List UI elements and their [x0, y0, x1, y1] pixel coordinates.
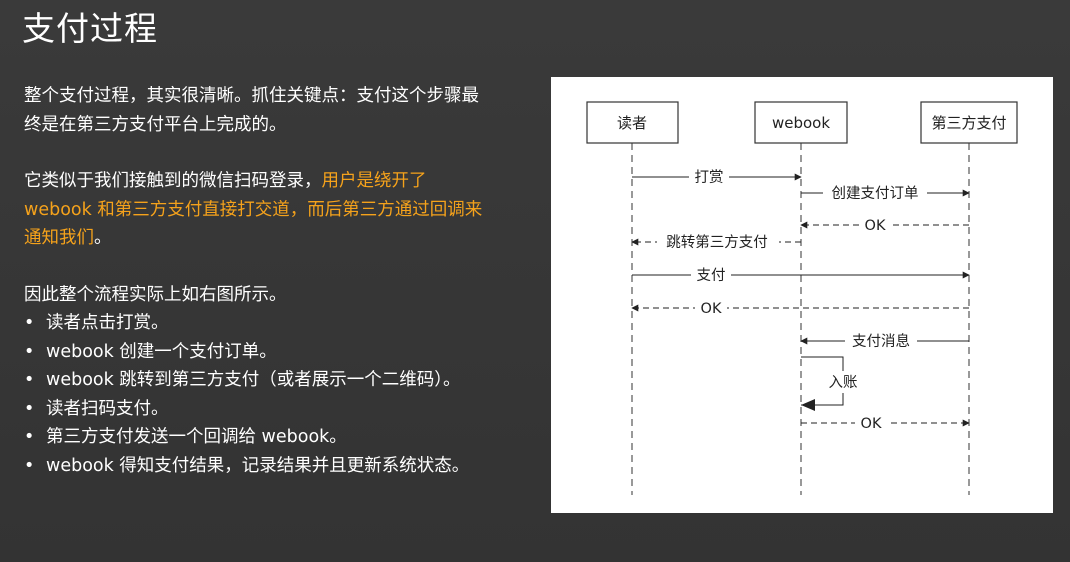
- analogy-text-start: 它类似于我们接触到的微信扫码登录，: [24, 171, 322, 191]
- message-reward: 打赏: [632, 167, 802, 187]
- message-label: OK: [701, 301, 722, 317]
- participant-webook-label: webook: [772, 114, 830, 132]
- analogy-text-end: 。: [94, 228, 112, 248]
- slide-title: 支付过程: [22, 9, 158, 48]
- message-label: 跳转第三方支付: [666, 233, 768, 251]
- list-item: 读者扫码支付。: [24, 395, 484, 424]
- text-column: 整个支付过程，其实很清晰。抓住关键点：支付这个步骤最终是在第三方支付平台上完成的…: [24, 82, 484, 480]
- message-label: 打赏: [695, 169, 724, 186]
- message-label: 支付消息: [852, 333, 910, 350]
- message-ok-callback: OK: [801, 413, 970, 433]
- participant-third-party-label: 第三方支付: [931, 114, 1006, 132]
- sequence-diagram-panel: 读者 webook 第三方支付 打赏 创建支付订单 OK 跳转第三方支付 支付 …: [551, 77, 1053, 513]
- participant-reader-label: 读者: [617, 114, 647, 132]
- list-item: 读者点击打赏。: [24, 309, 484, 338]
- flow-intro-paragraph: 因此整个流程实际上如右图所示。: [24, 284, 287, 305]
- message-label: 支付: [697, 267, 726, 284]
- message-redirect: 跳转第三方支付: [631, 232, 801, 252]
- message-label: 创建支付订单: [832, 185, 919, 202]
- participant-third-party: 第三方支付: [920, 101, 1018, 144]
- message-create-order: 创建支付订单: [801, 183, 970, 203]
- sequence-diagram: 读者 webook 第三方支付 打赏 创建支付订单 OK 跳转第三方支付 支付 …: [586, 101, 1018, 495]
- participant-reader: 读者: [586, 101, 679, 144]
- analogy-paragraph: 它类似于我们接触到的微信扫码登录，用户是绕开了 webook 和第三方支付直接打…: [24, 167, 484, 253]
- message-label: OK: [865, 218, 886, 234]
- message-label: 入账: [829, 374, 858, 391]
- intro-paragraph: 整个支付过程，其实很清晰。抓住关键点：支付这个步骤最终是在第三方支付平台上完成的…: [24, 86, 479, 135]
- message-ok-order: OK: [800, 215, 969, 235]
- participant-webook: webook: [754, 101, 848, 144]
- message-record-self: 入账: [801, 356, 863, 411]
- list-item: webook 得知支付结果，记录结果并且更新系统状态。: [24, 452, 484, 481]
- list-item: webook 创建一个支付订单。: [24, 338, 484, 367]
- message-label: OK: [861, 416, 882, 432]
- message-callback: 支付消息: [800, 331, 969, 351]
- flow-steps-list: 读者点击打赏。 webook 创建一个支付订单。 webook 跳转到第三方支付…: [24, 309, 484, 480]
- list-item: webook 跳转到第三方支付（或者展示一个二维码）。: [24, 366, 484, 395]
- list-item: 第三方支付发送一个回调给 webook。: [24, 423, 484, 452]
